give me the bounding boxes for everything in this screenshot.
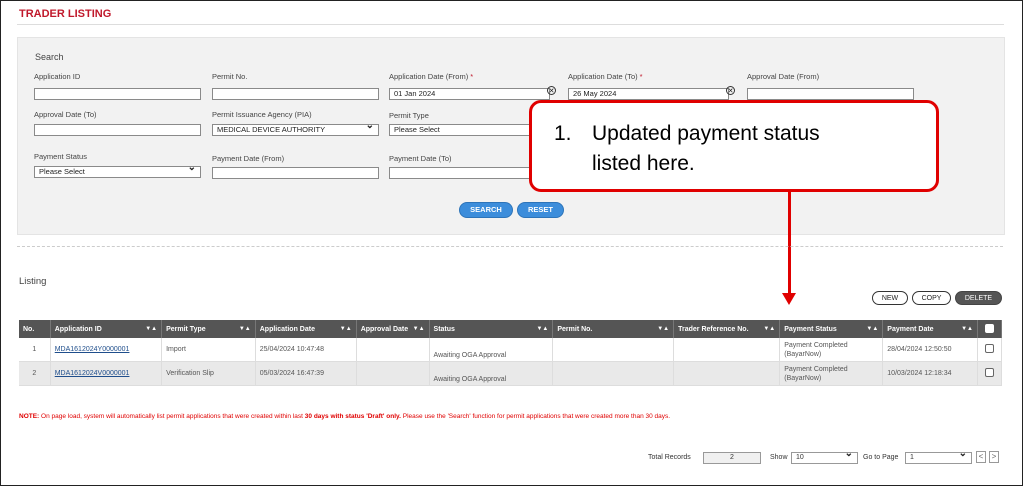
col-header-permit-no[interactable]: Permit No. ▼▲	[552, 320, 675, 338]
app-date-to-input[interactable]: 26 May 2024	[568, 88, 729, 100]
sort-icon: ▼▲	[961, 325, 973, 332]
cell-permit-no	[552, 361, 675, 386]
col-header-payment-status[interactable]: Payment Status ▼▲	[779, 320, 884, 338]
cell-trader-ref	[673, 361, 781, 386]
app-date-to-label: Application Date (To) *	[568, 72, 643, 81]
go-to-page-select[interactable]: 1	[905, 449, 972, 464]
col-header-application-date[interactable]: Application Date ▼▲	[255, 320, 357, 338]
cell-payment-date: 10/03/2024 12:18:34	[882, 361, 978, 386]
cell-application-date: 25/04/2024 10:47:48	[255, 338, 357, 362]
cell-status: Awaiting OGA Approval	[429, 361, 554, 386]
permit-type-label: Permit Type	[389, 111, 429, 120]
permit-no-label: Permit No.	[212, 72, 248, 81]
row-checkbox[interactable]	[977, 338, 1003, 362]
payment-status-label: Payment Status	[34, 152, 87, 161]
table-row: 1 MDA1612024Y0000001 Import 25/04/2024 1…	[19, 338, 1003, 362]
annotation-arrow-head-icon	[782, 293, 796, 305]
total-records-value: 2	[703, 452, 761, 464]
cell-no: 1	[19, 338, 51, 362]
approval-date-to-input[interactable]	[34, 124, 201, 136]
approval-date-from-input[interactable]	[747, 88, 914, 100]
total-records-label: Total Records	[648, 454, 691, 461]
sort-icon: ▼▲	[657, 325, 670, 332]
clear-date-icon[interactable]: ✕	[726, 86, 735, 95]
table-row: 2 MDA1612024V0000001 Verification Slip 0…	[19, 361, 1003, 386]
col-header-application-id[interactable]: Application ID ▼▲	[50, 320, 163, 338]
payment-date-to-input[interactable]	[389, 167, 539, 179]
sort-icon: ▼▲	[238, 325, 251, 332]
application-id-label: Application ID	[34, 72, 81, 81]
cell-status: Awaiting OGA Approval	[429, 338, 554, 362]
cell-approval-date	[356, 338, 430, 362]
page-title: TRADER LISTING	[19, 8, 112, 20]
next-page-icon[interactable]: >	[989, 451, 999, 463]
sort-icon: ▼▲	[866, 325, 879, 332]
table-header-row: No. Application ID ▼▲ Permit Type ▼▲ Appli…	[19, 320, 1003, 338]
section-divider	[17, 246, 1003, 247]
pia-label: Permit Issuance Agency (PIA)	[212, 110, 312, 119]
col-header-permit-type[interactable]: Permit Type ▼▲	[161, 320, 256, 338]
cell-trader-ref	[673, 338, 781, 362]
application-id-link[interactable]: MDA1612024V0000001	[50, 361, 163, 386]
row-checkbox[interactable]	[977, 361, 1003, 386]
approval-date-to-label: Approval Date (To)	[34, 110, 97, 119]
pia-select[interactable]: MEDICAL DEVICE AUTHORITY	[212, 124, 379, 136]
go-to-page-label: Go to Page	[863, 454, 899, 461]
note-text: NOTE: On page load, system will automati…	[19, 413, 671, 420]
go-to-page-value: 1	[910, 454, 914, 461]
cell-payment-status: Payment Completed (BayarNow)	[779, 361, 884, 386]
pia-selected-value: MEDICAL DEVICE AUTHORITY	[217, 125, 326, 134]
cell-permit-type: Verification Slip	[161, 361, 256, 386]
cell-no: 2	[19, 361, 51, 386]
sort-icon: ▼▲	[339, 325, 352, 332]
clear-date-icon[interactable]: ✕	[547, 86, 556, 95]
sort-icon: ▼▲	[412, 325, 425, 332]
show-label: Show	[770, 454, 788, 461]
col-header-no: No.	[19, 320, 51, 338]
copy-button[interactable]: COPY	[912, 291, 951, 305]
app-date-from-input[interactable]: 01 Jan 2024	[389, 88, 550, 100]
payment-date-to-label: Payment Date (To)	[389, 154, 452, 163]
col-header-payment-date[interactable]: Payment Date ▼▲	[882, 320, 978, 338]
payment-status-select[interactable]: Please Select	[34, 166, 201, 178]
callout-line-1: 1. Updated payment status	[554, 122, 820, 145]
search-button[interactable]: SEARCH	[459, 202, 513, 218]
sort-icon: ▼▲	[145, 325, 158, 332]
reset-button[interactable]: RESET	[517, 202, 564, 218]
application-id-input[interactable]	[34, 88, 201, 100]
select-all-checkbox[interactable]	[977, 320, 1003, 338]
page-size-select[interactable]: 10	[791, 449, 858, 464]
payment-date-from-label: Payment Date (From)	[212, 154, 285, 163]
cell-approval-date	[356, 361, 430, 386]
permit-type-selected-value: Please Select	[394, 125, 440, 134]
cell-payment-date: 28/04/2024 12:50:50	[882, 338, 978, 362]
prev-page-icon[interactable]: <	[976, 451, 986, 463]
cell-permit-type: Import	[161, 338, 256, 362]
cell-permit-no	[552, 338, 675, 362]
app-date-from-label: Application Date (From) *	[389, 72, 474, 81]
col-header-status[interactable]: Status ▼▲	[429, 320, 554, 338]
permit-no-input[interactable]	[212, 88, 379, 100]
cell-payment-status: Payment Completed (BayarNow)	[779, 338, 884, 362]
listing-title: Listing	[19, 276, 47, 287]
payment-date-from-input[interactable]	[212, 167, 379, 179]
sort-icon: ▼▲	[536, 325, 549, 332]
search-title: Search	[35, 52, 64, 62]
permit-type-select[interactable]: Please Select	[389, 124, 539, 136]
col-header-trader-ref[interactable]: Trader Reference No. ▼▲	[673, 320, 781, 338]
annotation-callout: 1. Updated payment status listed here.	[529, 100, 939, 192]
title-divider	[17, 24, 1004, 25]
new-button[interactable]: NEW	[872, 291, 908, 305]
payment-status-selected-value: Please Select	[39, 167, 85, 176]
cell-application-date: 05/03/2024 16:47:39	[255, 361, 357, 386]
annotation-arrow-shaft	[788, 192, 791, 296]
sort-icon: ▼▲	[763, 325, 776, 332]
page-size-value: 10	[796, 454, 804, 461]
approval-date-from-label: Approval Date (From)	[747, 72, 820, 81]
delete-button[interactable]: DELETE	[955, 291, 1002, 305]
col-header-approval-date[interactable]: Approval Date ▼▲	[356, 320, 430, 338]
listing-table: No. Application ID ▼▲ Permit Type ▼▲ Appli…	[19, 320, 1003, 386]
callout-line-2: listed here.	[592, 152, 695, 175]
application-id-link[interactable]: MDA1612024Y0000001	[50, 338, 163, 362]
